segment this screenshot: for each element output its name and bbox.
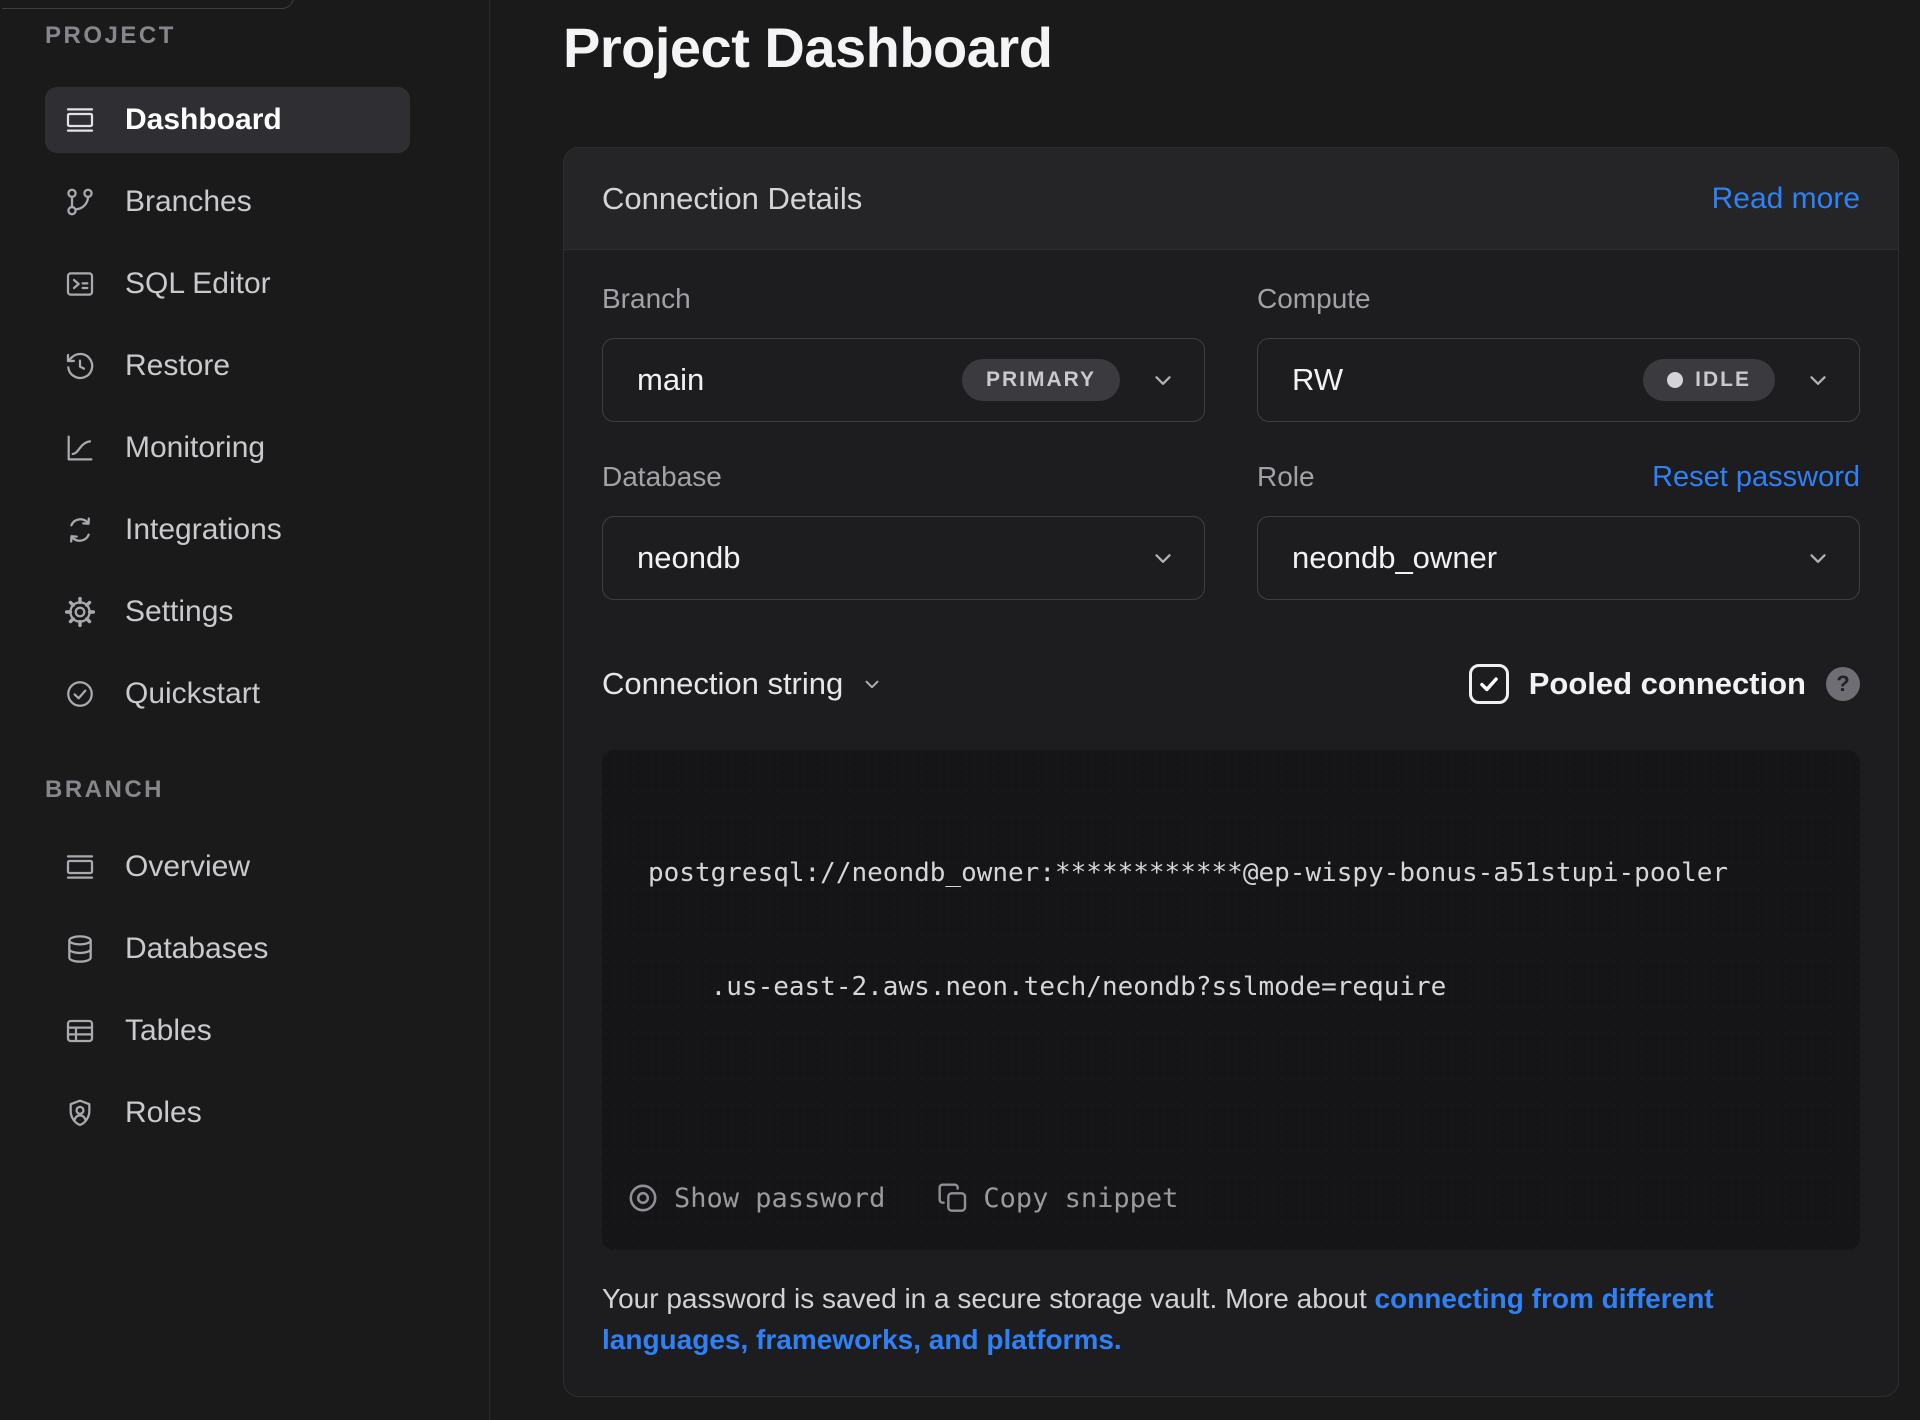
sidebar-item-overview[interactable]: Overview: [45, 834, 410, 900]
branch-select[interactable]: main PRIMARY: [602, 338, 1205, 422]
panel-title: Connection Details: [602, 181, 862, 217]
compute-field: Compute RW IDLE: [1257, 284, 1860, 422]
status-dot: [1667, 372, 1683, 388]
compute-value: RW: [1292, 362, 1343, 398]
database-field: Database neondb: [602, 462, 1205, 600]
sidebar-item-label: Monitoring: [125, 431, 265, 465]
sidebar-item-label: Roles: [125, 1096, 202, 1130]
sidebar-item-databases[interactable]: Databases: [45, 916, 410, 982]
sidebar-item-label: Databases: [125, 932, 268, 966]
connection-string-row: Connection string Pooled connection ?: [602, 662, 1860, 706]
idle-status-badge: IDLE: [1643, 359, 1775, 401]
shield-user-icon: [63, 1096, 97, 1130]
dashboard-icon: [63, 103, 97, 137]
chevron-down-icon: [1150, 545, 1176, 571]
copy-icon: [937, 1182, 969, 1214]
code-actions: Show password Copy snippet: [626, 1176, 1860, 1220]
database-value: neondb: [637, 540, 740, 576]
reset-password-link[interactable]: Reset password: [1652, 461, 1860, 494]
role-label: Role: [1257, 461, 1315, 493]
sidebar-item-monitoring[interactable]: Monitoring: [45, 415, 410, 481]
role-select[interactable]: neondb_owner: [1257, 516, 1860, 600]
project-selector-partial: [2, 0, 294, 9]
sidebar-item-label: SQL Editor: [125, 267, 271, 301]
branch-value: main: [637, 362, 704, 398]
page-title: Project Dashboard: [563, 14, 1899, 82]
primary-badge: PRIMARY: [962, 359, 1120, 401]
panel-header: Connection Details Read more: [564, 148, 1898, 250]
compute-select[interactable]: RW IDLE: [1257, 338, 1860, 422]
connection-form: Branch main PRIMARY: [602, 284, 1860, 600]
help-icon[interactable]: ?: [1826, 667, 1860, 701]
database-label: Database: [602, 461, 722, 493]
chevron-down-icon: [1150, 367, 1176, 393]
show-password-button[interactable]: Show password: [626, 1181, 885, 1215]
sidebar-item-label: Tables: [125, 1014, 212, 1048]
password-vault-note: Your password is saved in a secure stora…: [602, 1278, 1860, 1360]
sidebar-item-integrations[interactable]: Integrations: [45, 497, 410, 563]
sidebar-item-dashboard[interactable]: Dashboard: [45, 87, 410, 153]
project-nav: Dashboard Branches SQL Editor Restore Mo: [0, 87, 489, 727]
gear-icon: [63, 595, 97, 629]
sidebar-section-branch: BRANCH: [0, 776, 489, 804]
database-icon: [63, 932, 97, 966]
connection-details-panel: Connection Details Read more Branch main…: [563, 147, 1899, 1397]
panel-body: Branch main PRIMARY: [564, 250, 1898, 1396]
sidebar-item-branches[interactable]: Branches: [45, 169, 410, 235]
overview-icon: [63, 850, 97, 884]
sidebar-item-restore[interactable]: Restore: [45, 333, 410, 399]
chevron-down-icon: [1805, 367, 1831, 393]
sidebar-item-label: Quickstart: [125, 677, 260, 711]
sidebar-item-label: Branches: [125, 185, 252, 219]
connection-string-dropdown[interactable]: Connection string: [602, 666, 883, 702]
branch-label: Branch: [602, 283, 691, 315]
branch-nav: Overview Databases Tables Roles: [0, 834, 489, 1146]
role-value: neondb_owner: [1292, 540, 1497, 576]
read-more-link[interactable]: Read more: [1712, 182, 1860, 216]
table-icon: [63, 1014, 97, 1048]
database-select[interactable]: neondb: [602, 516, 1205, 600]
pooled-connection-checkbox[interactable]: [1469, 664, 1509, 704]
circle-check-icon: [63, 677, 97, 711]
sidebar-item-quickstart[interactable]: Quickstart: [45, 661, 410, 727]
sidebar-item-label: Integrations: [125, 513, 282, 547]
sidebar-item-label: Dashboard: [125, 103, 282, 137]
sidebar-item-label: Restore: [125, 349, 230, 383]
integrations-icon: [63, 513, 97, 547]
password-vault-note-text: Your password is saved in a secure stora…: [602, 1283, 1375, 1314]
sidebar-item-sql-editor[interactable]: SQL Editor: [45, 251, 410, 317]
pooled-connection-group: Pooled connection ?: [1469, 664, 1860, 704]
sidebar-item-label: Overview: [125, 850, 250, 884]
pooled-connection-label: Pooled connection: [1529, 666, 1806, 702]
main-content: Project Dashboard Connection Details Rea…: [490, 0, 1920, 1420]
sidebar-section-project: PROJECT: [0, 22, 489, 50]
chevron-down-icon: [1805, 545, 1831, 571]
sidebar-item-roles[interactable]: Roles: [45, 1080, 410, 1146]
git-branch-icon: [63, 185, 97, 219]
role-field: Role Reset password neondb_owner: [1257, 462, 1860, 600]
terminal-icon: [63, 267, 97, 301]
copy-snippet-button[interactable]: Copy snippet: [937, 1182, 1178, 1214]
sidebar: PROJECT Dashboard Branches SQL Editor Re…: [0, 0, 490, 1420]
history-icon: [63, 349, 97, 383]
branch-field: Branch main PRIMARY: [602, 284, 1205, 422]
compute-label: Compute: [1257, 283, 1371, 315]
chevron-down-icon: [861, 673, 883, 695]
connection-string-label: Connection string: [602, 666, 843, 702]
eye-icon: [626, 1181, 660, 1215]
sidebar-item-label: Settings: [125, 595, 233, 629]
connection-string-value: postgresql://neondb_owner:************@e…: [648, 778, 1820, 1082]
connection-string-code-block: postgresql://neondb_owner:************@e…: [602, 750, 1860, 1250]
sidebar-item-settings[interactable]: Settings: [45, 579, 410, 645]
chart-icon: [63, 431, 97, 465]
sidebar-item-tables[interactable]: Tables: [45, 998, 410, 1064]
